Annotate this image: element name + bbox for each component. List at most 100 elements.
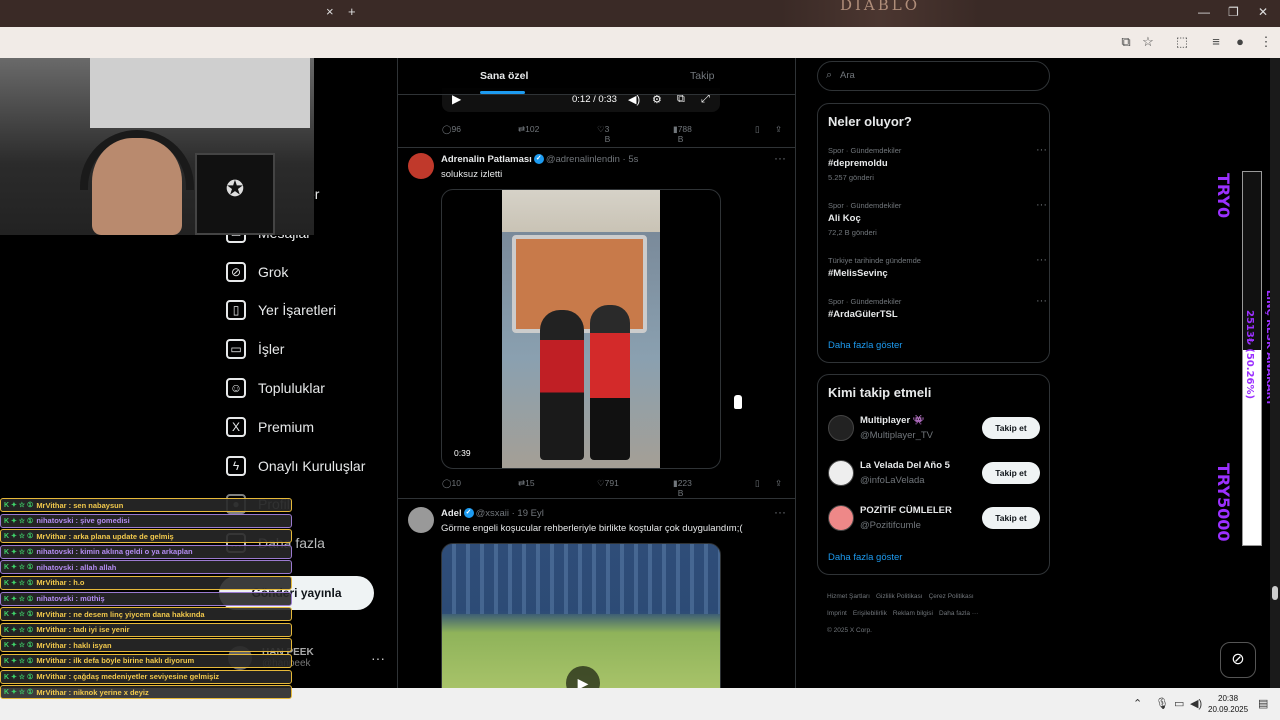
- chat-text: MrVithar : çağdaş medeniyetler seviyesin…: [36, 672, 220, 682]
- share-icon[interactable]: ⇪: [775, 478, 782, 489]
- like-button[interactable]: ♡ 791: [597, 478, 619, 489]
- footer-link[interactable]: Gizlilik Politikası: [876, 593, 923, 600]
- menu-icon[interactable]: ⋮: [1258, 34, 1274, 50]
- footer-link[interactable]: © 2025 X Corp.: [827, 627, 872, 634]
- tweet-video[interactable]: 0:39: [441, 189, 721, 469]
- nav-item-5[interactable]: ▭ İşler: [226, 334, 284, 364]
- chat-text: nihatovski : şive gomedisi: [36, 516, 130, 526]
- footer-link[interactable]: Erişilebilirlik: [853, 610, 887, 617]
- notification-icon[interactable]: ▤: [1258, 697, 1268, 710]
- follow-button[interactable]: Takip et: [982, 417, 1040, 439]
- chat-badges: K ✦ ☆ ①: [4, 595, 34, 603]
- trend-item[interactable]: Spor · Gündemdekiler Ali Koç 72,2 B gönder…: [828, 199, 1047, 237]
- footer-link[interactable]: Çerez Politikası: [929, 593, 974, 600]
- tweet-video[interactable]: ▶: [441, 543, 721, 688]
- share-icon[interactable]: ⇪: [775, 124, 782, 135]
- network-icon[interactable]: ▭: [1174, 697, 1184, 710]
- nav-item-6[interactable]: ☺ Topluluklar: [226, 373, 325, 403]
- repost-button[interactable]: ⇄ 102: [518, 124, 539, 135]
- bookmark-icon[interactable]: ▯: [755, 124, 760, 135]
- follow-suggestion[interactable]: La Velada Del Año 5 @infoLaVelada Takip et: [828, 458, 1040, 488]
- footer-link[interactable]: Imprint: [827, 610, 847, 617]
- tab-following[interactable]: Takip: [690, 70, 715, 82]
- trend-item[interactable]: Spor · Gündemdekiler #ArdaGülerTSL ···: [828, 295, 1047, 320]
- play-icon[interactable]: ▶: [566, 666, 600, 688]
- follow-suggestion[interactable]: Multiplayer 👾 @Multiplayer_TV Takip et: [828, 413, 1040, 443]
- trend-item[interactable]: Spor · Gündemdekiler #depremoldu 5.257 gön…: [828, 144, 1047, 182]
- more-icon[interactable]: ···: [1036, 295, 1047, 307]
- trend-item[interactable]: Türkiye tarihinde gündemde #MelisSevinç ··…: [828, 254, 1047, 279]
- footer-link[interactable]: Daha fazla ···: [939, 610, 978, 617]
- chat-message: K ✦ ☆ ① MrVithar : arka plana update de g…: [0, 529, 292, 544]
- trends-show-more[interactable]: Daha fazla göster: [828, 340, 902, 351]
- more-icon[interactable]: ···: [1036, 254, 1047, 266]
- new-tab-button[interactable]: +: [348, 4, 356, 19]
- clock-time: 20:38: [1218, 694, 1239, 703]
- star-icon[interactable]: ☆: [1140, 34, 1156, 50]
- views-button[interactable]: ▮ 788 B: [673, 124, 692, 144]
- avatar[interactable]: [828, 505, 854, 531]
- tab-for-you[interactable]: Sana özel: [480, 70, 528, 82]
- repost-button[interactable]: ⇄ 15: [518, 478, 535, 489]
- tweet-author[interactable]: Adrenalin Patlaması ✓ @adrenalinlendin · 5…: [441, 154, 638, 165]
- repost-count: 102: [525, 124, 540, 134]
- avatar[interactable]: [408, 507, 434, 533]
- who-show-more[interactable]: Daha fazla göster: [828, 552, 902, 563]
- nav-item-8[interactable]: ϟ Onaylı Kuruluşlar: [226, 451, 365, 481]
- tab-close-icon[interactable]: ×: [326, 4, 334, 19]
- grok-fab-button[interactable]: ⊘: [1220, 642, 1256, 678]
- like-count: 791: [604, 478, 619, 488]
- chat-message: K ✦ ☆ ① MrVithar : h.o: [0, 575, 292, 590]
- follow-button[interactable]: Takip et: [982, 462, 1040, 484]
- system-clock[interactable]: 20:38 20.09.2025: [1208, 693, 1248, 715]
- volume-icon[interactable]: ◀): [1190, 697, 1202, 710]
- follow-suggestion[interactable]: POZİTİF CÜMLELER @Pozitifcumle Takip et: [828, 503, 1040, 533]
- views-button[interactable]: ▮ 223 B: [673, 478, 692, 498]
- avatar[interactable]: [828, 460, 854, 486]
- more-icon[interactable]: ···: [1036, 144, 1047, 156]
- scrollbar[interactable]: [1270, 58, 1280, 688]
- trends-title: Neler oluyor?: [828, 114, 912, 129]
- close-window-button[interactable]: ✕: [1258, 5, 1268, 19]
- more-icon[interactable]: ···: [774, 151, 786, 165]
- reading-list-icon[interactable]: ≡: [1208, 34, 1224, 50]
- nav-item-7[interactable]: X Premium: [226, 412, 314, 442]
- suggestion-handle: @Multiplayer_TV: [860, 430, 933, 441]
- avatar[interactable]: [408, 153, 434, 179]
- footer-link[interactable]: Reklam bilgisi: [893, 610, 933, 617]
- overlay-min-label: TRY0: [1214, 173, 1233, 219]
- profile-avatar-icon[interactable]: ●: [1232, 34, 1248, 50]
- reply-button[interactable]: ◯ 96: [442, 124, 461, 135]
- trend-context: Türkiye tarihinde gündemde: [828, 256, 921, 265]
- install-icon[interactable]: ⧉: [1118, 34, 1134, 50]
- follow-button[interactable]: Takip et: [982, 507, 1040, 529]
- avatar[interactable]: [828, 415, 854, 441]
- more-icon[interactable]: ···: [774, 505, 786, 519]
- search-input[interactable]: ⌕ Ara: [817, 61, 1050, 91]
- trend-tag: #ArdaGülerTSL: [828, 309, 898, 320]
- tweet-author[interactable]: Adel ✓ @xsxaii · 19 Eyl: [441, 508, 544, 519]
- trend-tag: #depremoldu: [828, 158, 888, 169]
- webcam-feed: ✪: [0, 58, 314, 235]
- browser-toolbar: ⧉ ☆ ⬚ ≡ ● ⋮: [0, 27, 1280, 58]
- microphone-icon[interactable]: 🎙: [1155, 697, 1169, 710]
- extensions-icon[interactable]: ⬚: [1174, 34, 1190, 50]
- reply-button[interactable]: ◯ 10: [442, 478, 461, 489]
- overlay-progress-label: 2513₺ (50.26%): [1244, 310, 1255, 400]
- view-count: 788 B: [677, 124, 692, 144]
- bookmark-icon[interactable]: ▯: [755, 478, 760, 489]
- chevron-up-icon[interactable]: ⌃: [1133, 697, 1142, 710]
- people-icon: ☺: [226, 378, 246, 398]
- like-button[interactable]: ♡ 3 B: [597, 124, 610, 144]
- minimize-button[interactable]: —: [1198, 5, 1210, 19]
- scrollbar-thumb[interactable]: [1272, 586, 1278, 600]
- nav-item-3[interactable]: ⊘ Grok: [226, 257, 288, 287]
- chat-badges: K ✦ ☆ ①: [4, 611, 34, 619]
- more-icon[interactable]: ···: [371, 650, 385, 666]
- footer-link[interactable]: Hizmet Şartları: [827, 593, 870, 600]
- more-icon[interactable]: ···: [1036, 199, 1047, 211]
- nav-item-4[interactable]: ▯ Yer İşaretleri: [226, 295, 336, 325]
- suggestion-name: Multiplayer 👾: [860, 415, 925, 426]
- restore-button[interactable]: ❐: [1228, 5, 1239, 19]
- suggestion-name: La Velada Del Año 5: [860, 460, 950, 471]
